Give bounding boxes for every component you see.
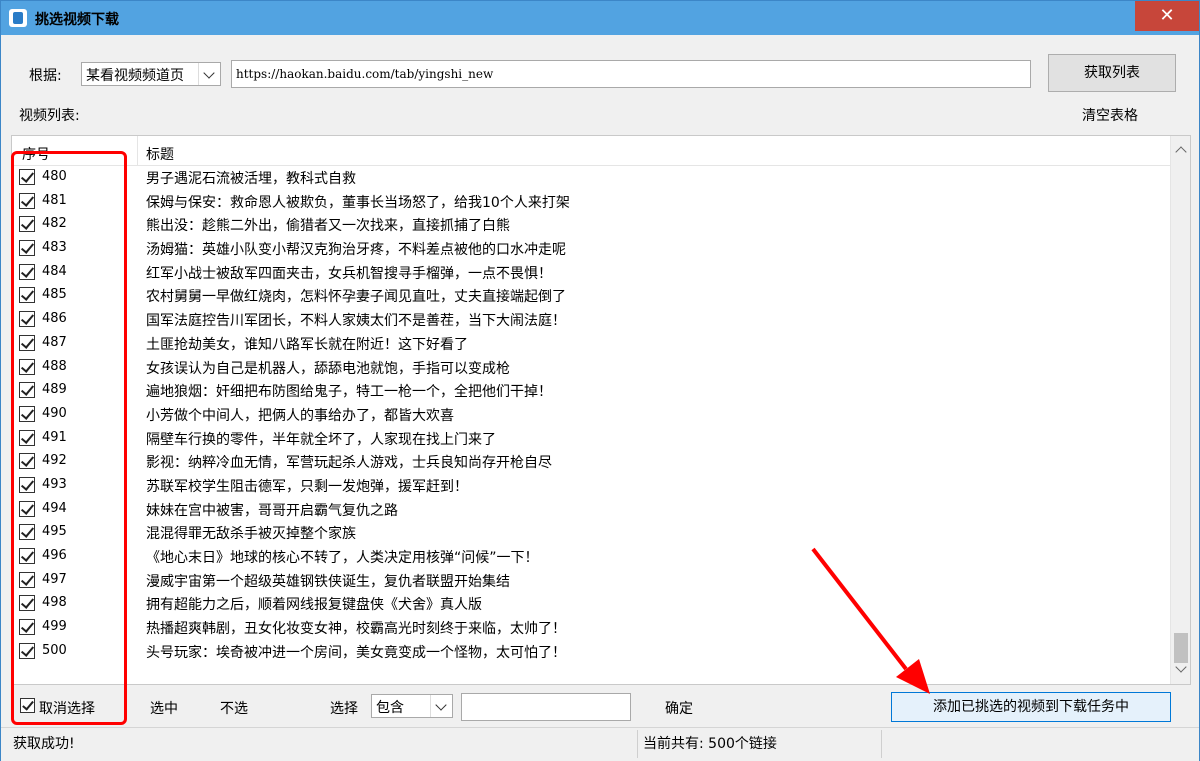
main-window: 挑选视频下载 ✕ 根据: 某看视频频道页 https://haokan.baid… (0, 0, 1200, 761)
annotation-arrow (811, 547, 930, 694)
arrow-shaft (811, 547, 908, 671)
